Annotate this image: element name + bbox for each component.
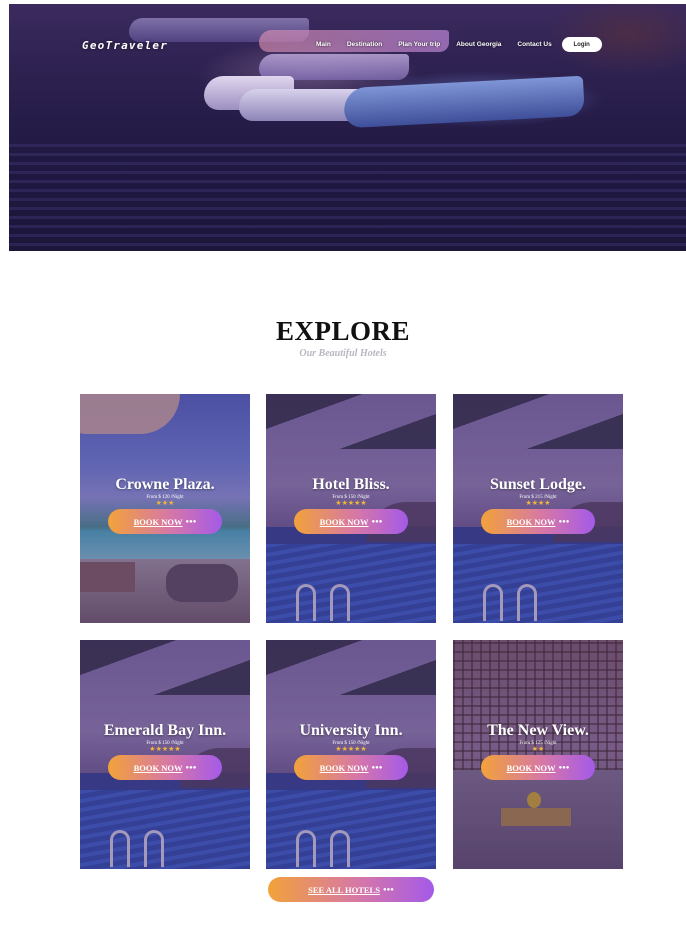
main-nav: Main Destination Plan Your trip About Ge… bbox=[316, 37, 602, 52]
book-now-button[interactable]: BOOK NOW ●●● bbox=[108, 755, 222, 780]
star-rating-icon: ★★★★★ bbox=[149, 746, 181, 753]
section-title: EXPLORE bbox=[275, 316, 411, 346]
nav-contact-us[interactable]: Contact Us bbox=[517, 41, 551, 48]
hotel-card: The New View. From $ 125 /Night ★★ BOOK … bbox=[453, 640, 623, 869]
star-rating-icon: ★★★★ bbox=[525, 500, 551, 507]
section-subtitle: Our Beautiful Hotels bbox=[299, 348, 387, 359]
dots-icon: ●●● bbox=[185, 764, 197, 771]
dots-icon: ●●● bbox=[185, 518, 197, 525]
nav-main[interactable]: Main bbox=[316, 41, 331, 48]
book-now-button[interactable]: BOOK NOW ●●● bbox=[481, 755, 595, 780]
star-rating-icon: ★★ bbox=[531, 746, 545, 753]
dots-icon: ●●● bbox=[558, 518, 570, 525]
hotel-name: Crowne Plaza. bbox=[115, 476, 215, 493]
dots-icon: ●●● bbox=[382, 886, 394, 893]
dots-icon: ●●● bbox=[371, 764, 383, 771]
see-all-label: SEE ALL HOTELS bbox=[308, 884, 380, 895]
hero-boat bbox=[343, 75, 585, 129]
nav-about-georgia[interactable]: About Georgia bbox=[456, 41, 501, 48]
book-now-button[interactable]: BOOK NOW ●●● bbox=[294, 509, 408, 534]
hotel-card: Crowne Plaza. From $ 120 /Night ★★★ BOOK… bbox=[80, 394, 250, 623]
book-now-label: BOOK NOW bbox=[506, 516, 556, 527]
book-now-label: BOOK NOW bbox=[319, 762, 369, 773]
nav-plan-your-trip[interactable]: Plan Your trip bbox=[398, 41, 440, 48]
hero-water bbox=[9, 144, 686, 251]
book-now-label: BOOK NOW bbox=[133, 762, 183, 773]
star-rating-icon: ★★★★★ bbox=[335, 746, 367, 753]
hotel-name: Sunset Lodge. bbox=[489, 476, 587, 493]
star-rating-icon: ★★★★★ bbox=[335, 500, 367, 507]
hotel-name: Emerald Bay Inn. bbox=[103, 722, 227, 739]
see-all-hotels-button[interactable]: SEE ALL HOTELS ●●● bbox=[268, 877, 434, 902]
book-now-label: BOOK NOW bbox=[133, 516, 183, 527]
book-now-button[interactable]: BOOK NOW ●●● bbox=[108, 509, 222, 534]
hotel-name: The New View. bbox=[487, 722, 589, 739]
star-rating-icon: ★★★ bbox=[155, 500, 175, 507]
site-logo[interactable]: GeoTraveler bbox=[82, 39, 168, 52]
hotel-card: Hotel Bliss. From $ 150 /Night ★★★★★ BOO… bbox=[266, 394, 436, 623]
hotel-card: University Inn. From $ 150 /Night ★★★★★ … bbox=[266, 640, 436, 869]
hotel-card: Sunset Lodge. From $ 215 /Night ★★★★ BOO… bbox=[453, 394, 623, 623]
nav-destination[interactable]: Destination bbox=[347, 41, 382, 48]
hotel-name: Hotel Bliss. bbox=[312, 476, 390, 493]
book-now-label: BOOK NOW bbox=[319, 516, 369, 527]
hotel-name: University Inn. bbox=[299, 722, 403, 739]
login-button[interactable]: Login bbox=[561, 37, 602, 52]
hotel-card: Emerald Bay Inn. From $ 150 /Night ★★★★★… bbox=[80, 640, 250, 869]
book-now-button[interactable]: BOOK NOW ●●● bbox=[481, 509, 595, 534]
dots-icon: ●●● bbox=[558, 764, 570, 771]
book-now-button[interactable]: BOOK NOW ●●● bbox=[294, 755, 408, 780]
dots-icon: ●●● bbox=[371, 518, 383, 525]
book-now-label: BOOK NOW bbox=[506, 762, 556, 773]
